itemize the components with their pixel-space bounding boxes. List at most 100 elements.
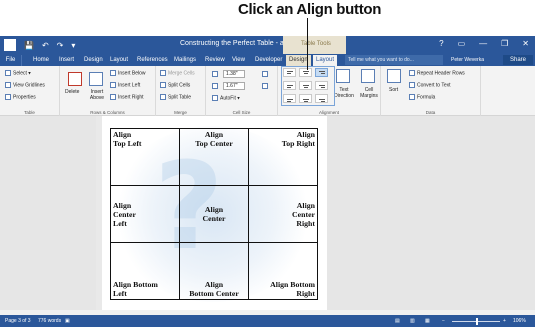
customize-icon[interactable]: ▾	[71, 41, 75, 50]
tab-home[interactable]: Home	[33, 55, 49, 66]
distribute-columns-icon[interactable]	[262, 83, 268, 89]
insert-above-icon[interactable]	[89, 72, 103, 86]
text-direction-icon[interactable]	[336, 69, 350, 83]
cell-text: Align Top Left	[113, 130, 142, 148]
close-icon[interactable]: ✕	[522, 39, 529, 48]
formula-button[interactable]: Formula	[409, 94, 435, 100]
cell-margins-icon[interactable]	[361, 69, 375, 83]
tab-references[interactable]: References	[137, 55, 168, 66]
autofit-button[interactable]: AutoFit ▾	[212, 95, 240, 101]
minimize-icon[interactable]: —	[479, 39, 487, 48]
share-button[interactable]: Share	[503, 55, 533, 65]
view-gridlines-button[interactable]: View Gridlines	[5, 82, 45, 88]
align-top-right-button[interactable]	[315, 68, 328, 77]
align-bottom-right-button[interactable]	[315, 94, 328, 103]
text-direction-button[interactable]: Text Direction	[333, 87, 355, 99]
split-cells-icon	[160, 82, 166, 88]
cell-top-left[interactable]: Align Top Left	[110, 128, 180, 186]
tab-developer[interactable]: Developer	[255, 55, 282, 66]
undo-icon[interactable]: ↶	[42, 41, 49, 50]
tab-insert[interactable]: Insert	[59, 55, 74, 66]
align-center-left-button[interactable]	[283, 81, 296, 90]
select-button[interactable]: Select ▾	[5, 70, 31, 76]
split-table-icon	[160, 94, 166, 100]
gridlines-label: View Gridlines	[13, 82, 45, 89]
table-group: Select ▾ View Gridlines Properties Table	[0, 66, 60, 116]
redo-icon[interactable]: ↷	[57, 41, 64, 50]
tab-mailings[interactable]: Mailings	[174, 55, 196, 66]
zoom-slider-thumb[interactable]	[476, 318, 478, 325]
rows-columns-group: Delete Insert Above Insert Below Insert …	[60, 66, 156, 116]
document-table[interactable]: Align Top Left Align Top Center Align To…	[110, 128, 318, 300]
align-center-right-button[interactable]	[315, 81, 328, 90]
align-top-left-button[interactable]	[283, 68, 296, 77]
tab-layout[interactable]: Layout	[110, 55, 128, 66]
print-layout-icon[interactable]: ▥	[410, 318, 415, 324]
ribbon-display-icon[interactable]: ▭	[458, 39, 466, 48]
proofing-icon[interactable]: ▣	[65, 318, 70, 324]
height-icon	[212, 71, 218, 77]
web-layout-icon[interactable]: ▦	[425, 318, 430, 324]
cell-bottom-center[interactable]: Align Bottom Center	[179, 242, 249, 300]
cell-top-right[interactable]: Align Top Right	[248, 128, 318, 186]
insert-right-button[interactable]: Insert Right	[110, 94, 144, 100]
table-row: Align Bottom Left Align Bottom Center Al…	[110, 242, 318, 300]
insert-below-button[interactable]: Insert Below	[110, 70, 146, 76]
split-table-button[interactable]: Split Table	[160, 94, 191, 100]
restore-icon[interactable]: ❐	[501, 39, 508, 48]
repeat-header-rows-button[interactable]: Repeat Header Rows	[409, 70, 465, 76]
zoom-in-icon[interactable]: +	[503, 318, 506, 324]
split-cells-label: Split Cells	[168, 82, 191, 89]
cell-height-input[interactable]: 1.38"	[223, 70, 245, 78]
insert-below-label: Insert Below	[118, 70, 146, 77]
split-cells-button[interactable]: Split Cells	[160, 82, 190, 88]
sort-icon[interactable]	[387, 69, 401, 83]
insert-left-button[interactable]: Insert Left	[110, 82, 140, 88]
align-top-center-button[interactable]	[299, 68, 312, 77]
autofit-icon	[212, 95, 218, 101]
save-icon[interactable]: 💾	[24, 41, 34, 50]
data-group: Sort Repeat Header Rows Convert to Text …	[381, 66, 481, 116]
zoom-out-icon[interactable]: −	[442, 318, 445, 324]
cell-bottom-right[interactable]: Align Bottom Right	[248, 242, 318, 300]
convert-text-label: Convert to Text	[417, 82, 451, 89]
sort-button[interactable]: Sort	[389, 87, 398, 93]
cell-margins-button[interactable]: Cell Margins	[358, 87, 380, 99]
align-bottom-center-button[interactable]	[299, 94, 312, 103]
read-mode-icon[interactable]: ▤	[395, 318, 400, 324]
tab-review[interactable]: Review	[205, 55, 225, 66]
align-bottom-left-button[interactable]	[283, 94, 296, 103]
merge-group-label: Merge	[174, 110, 187, 115]
convert-to-text-button[interactable]: Convert to Text	[409, 82, 451, 88]
zoom-level[interactable]: 106%	[513, 318, 526, 324]
rows-columns-label: Rows & Columns	[90, 110, 125, 115]
page-count[interactable]: Page 3 of 3	[5, 318, 31, 324]
cell-center-right[interactable]: Align Center Right	[248, 185, 318, 243]
align-center-button[interactable]	[299, 81, 312, 90]
tab-view[interactable]: View	[232, 55, 245, 66]
distribute-rows-icon[interactable]	[262, 71, 268, 77]
cell-top-center[interactable]: Align Top Center	[179, 128, 249, 186]
properties-button[interactable]: Properties	[5, 94, 36, 100]
delete-icon[interactable]	[68, 72, 82, 86]
cell-width-input[interactable]: 1.67"	[223, 82, 245, 90]
cell-text: Align Center	[202, 205, 226, 223]
cell-text: Align Bottom Right	[270, 280, 315, 298]
title-bar: W 💾 ↶ ↷ ▾ Constructing the Perfect Table…	[0, 36, 535, 54]
table-group-label: Table	[24, 110, 35, 115]
insert-above-button[interactable]: Insert Above	[86, 89, 108, 101]
merge-cells-button[interactable]: Merge Cells	[160, 70, 195, 76]
properties-icon	[5, 94, 11, 100]
tab-design[interactable]: Design	[84, 55, 103, 66]
cell-center-left[interactable]: Align Center Left	[110, 185, 180, 243]
user-name[interactable]: Peter Weverka	[451, 55, 484, 66]
tell-me-box[interactable]: Tell me what you want to do...	[345, 55, 443, 65]
tab-table-layout[interactable]: Layout	[313, 55, 338, 66]
cell-center[interactable]: Align Center	[179, 185, 249, 243]
delete-button[interactable]: Delete	[65, 89, 79, 95]
tab-file[interactable]: File	[0, 55, 22, 66]
word-count[interactable]: 776 words	[38, 318, 61, 324]
cell-bottom-left[interactable]: Align Bottom Left	[110, 242, 180, 300]
help-icon[interactable]: ?	[439, 39, 443, 48]
select-label: Select ▾	[13, 70, 31, 77]
